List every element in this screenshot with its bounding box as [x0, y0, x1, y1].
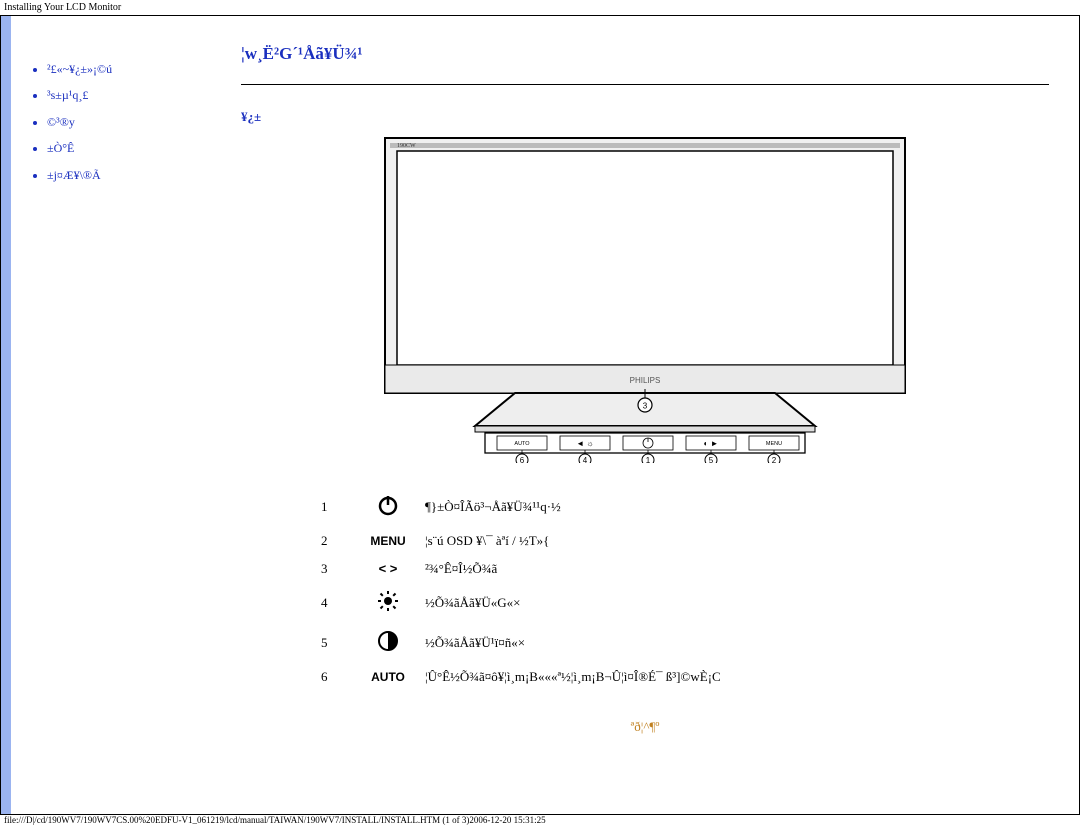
menu-icon: MENU: [363, 527, 425, 555]
legend-desc: ¦s¨ú OSD ¥\¯ àªí / ½T»{: [425, 527, 733, 555]
section-heading: ¥¿­±: [241, 109, 1049, 125]
brightness-icon: [363, 583, 425, 623]
legend-desc: ½Õ¾ãÅã¥Ü«G«×: [425, 583, 733, 623]
sidebar-link[interactable]: ©³®y: [47, 115, 75, 129]
sidebar-link[interactable]: ³s±µ¹q¸£: [47, 88, 88, 102]
back-to-top[interactable]: ªð¦^­¶­º: [241, 719, 1049, 735]
table-row: 1 ¶}±Ò¤ÎÃö³¬Åã¥Ü¾¹¹q·½: [321, 487, 733, 527]
svg-text:AUTO: AUTO: [514, 441, 530, 447]
svg-text:MENU: MENU: [766, 441, 782, 447]
button-legend-table: 1 ¶}±Ò¤ÎÃö³¬Åã¥Ü¾¹¹q·½ 2 MENU ¦s¨ú OSD ¥…: [321, 487, 733, 691]
monitor-illustration: 190CW PHILIPS 3: [375, 133, 915, 463]
main-content: ¦w¸Ë²G´¹Åã¥Ü¾¹ ¥¿­± 190CW PHILIPS: [231, 16, 1079, 814]
page-frame: ²£«~¥¿­±»¡©ú ³s±µ¹q¸£ ©³®y ±Ò°Ê ±j¤Æ¥\®Ã…: [0, 15, 1080, 815]
legend-desc: ¶}±Ò¤ÎÃö³¬Åã¥Ü¾¹¹q·½: [425, 487, 733, 527]
sidebar-link[interactable]: ±Ò°Ê: [47, 141, 74, 155]
sidebar-item[interactable]: ±Ò°Ê: [47, 135, 221, 161]
sidebar-item[interactable]: ©³®y: [47, 109, 221, 135]
back-to-top-link[interactable]: ªð¦^­¶­º: [631, 719, 660, 734]
legend-desc: ¦Û°Ê½Õ¾ã¤ô¥­¦ì¸m¡B«««ª½¦ì¸m¡B¬Û¦ì¤Î®É¯ ß…: [425, 663, 733, 691]
sidebar-item[interactable]: ³s±µ¹q¸£: [47, 82, 221, 108]
legend-num: 3: [321, 555, 363, 583]
table-row: 2 MENU ¦s¨ú OSD ¥\¯ àªí / ½T»{: [321, 527, 733, 555]
legend-num: 2: [321, 527, 363, 555]
svg-text:190CW: 190CW: [397, 143, 416, 149]
contrast-icon: [363, 623, 425, 663]
table-row: 5 ½Õ¾ãÅã¥Ü¹ï¤ñ«×: [321, 623, 733, 663]
legend-num: 5: [321, 623, 363, 663]
sidebar: ²£«~¥¿­±»¡©ú ³s±µ¹q¸£ ©³®y ±Ò°Ê ±j¤Æ¥\®Ã: [11, 16, 231, 814]
table-row: 3 < > ²¾°Ê¤Î½Õ¾ã: [321, 555, 733, 583]
page-title: ¦w¸Ë²G´¹Åã¥Ü¾¹: [241, 44, 1049, 64]
sidebar-link[interactable]: ±j¤Æ¥\®Ã: [47, 168, 101, 182]
legend-desc: ½Õ¾ãÅã¥Ü¹ï¤ñ«×: [425, 623, 733, 663]
legend-desc: ²¾°Ê¤Î½Õ¾ã: [425, 555, 733, 583]
divider: [241, 84, 1049, 85]
table-row: 6 AUTO ¦Û°Ê½Õ¾ã¤ô¥­¦ì¸m¡B«««ª½¦ì¸m¡B¬Û¦ì…: [321, 663, 733, 691]
svg-text:2: 2: [772, 456, 777, 463]
footer-path: file:///D|/cd/190WV7/190WV7CS.00%20EDFU-…: [0, 815, 1080, 825]
svg-text:3: 3: [643, 402, 648, 411]
svg-text:5: 5: [709, 456, 714, 463]
sidebar-item[interactable]: ²£«~¥¿­±»¡©ú: [47, 56, 221, 82]
auto-icon: AUTO: [363, 663, 425, 691]
table-row: 4 ½Õ¾ãÅã¥Ü«G«×: [321, 583, 733, 623]
left-stripe: [1, 16, 11, 814]
legend-num: 4: [321, 583, 363, 623]
svg-text:PHILIPS: PHILIPS: [630, 376, 661, 385]
sidebar-link[interactable]: ²£«~¥¿­±»¡©ú: [47, 62, 112, 76]
svg-text:◄ ☼: ◄ ☼: [576, 439, 593, 448]
power-icon: [363, 487, 425, 527]
svg-text:1: 1: [646, 456, 651, 463]
arrows-icon: < >: [363, 555, 425, 583]
svg-text:4: 4: [583, 456, 588, 463]
window-title: Installing Your LCD Monitor: [0, 0, 1080, 15]
legend-num: 6: [321, 663, 363, 691]
legend-num: 1: [321, 487, 363, 527]
sidebar-item[interactable]: ±j¤Æ¥\®Ã: [47, 162, 221, 188]
svg-text:6: 6: [520, 456, 525, 463]
svg-text:◐ ►: ◐ ►: [704, 439, 719, 448]
